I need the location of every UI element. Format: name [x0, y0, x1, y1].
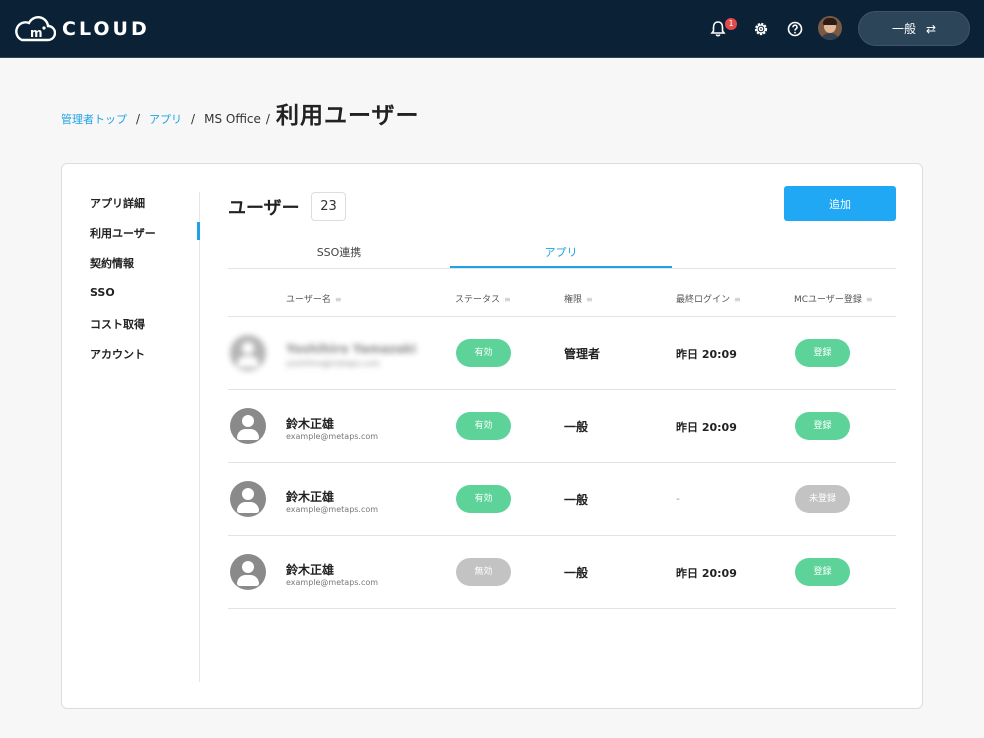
status-badge: 無効 — [456, 558, 511, 586]
status-badge: 有効 — [456, 412, 511, 440]
user-email: example@metaps.com — [286, 432, 379, 441]
cloud-logo-icon: m — [15, 16, 56, 42]
content-card: アプリ詳細 利用ユーザー 契約情報 SSO コスト取得 アカウント ユーザー 2… — [61, 163, 923, 709]
side-nav-users[interactable]: 利用ユーザー — [90, 225, 156, 241]
user-avatar — [230, 408, 266, 444]
user-avatar — [230, 335, 266, 371]
add-button[interactable]: 追加 — [784, 186, 896, 221]
table-row[interactable]: 鈴木正雄 example@metaps.com 有効 一般 - 未登録 — [228, 463, 896, 535]
status-badge: 有効 — [456, 485, 511, 513]
user-email: example@metaps.com — [286, 505, 379, 514]
section-title: ユーザー — [228, 198, 300, 219]
row-divider — [228, 608, 896, 609]
last-login-value: 昨日 20:09 — [676, 348, 737, 361]
side-nav-app-detail[interactable]: アプリ詳細 — [90, 195, 145, 211]
role-value: 一般 — [564, 420, 589, 434]
breadcrumb-apps[interactable]: アプリ — [149, 111, 182, 127]
breadcrumb-separator: / — [191, 112, 196, 126]
user-avatar — [230, 554, 266, 590]
column-header-role[interactable]: 権限 ≡ — [564, 292, 593, 305]
side-nav: アプリ詳細 利用ユーザー 契約情報 SSO コスト取得 アカウント — [62, 164, 202, 708]
swap-arrows-icon: ⇄ — [925, 21, 937, 36]
tab-active-underline — [450, 266, 672, 268]
top-bar: m CLOUD 1 一般 ⇄ — [0, 0, 984, 58]
mc-registration-badge[interactable]: 登録 — [795, 412, 850, 440]
user-name: 鈴木正雄 — [286, 563, 335, 577]
help-icon[interactable] — [785, 19, 805, 39]
table-row[interactable]: 鈴木正雄 example@metaps.com 無効 一般 昨日 20:09 登… — [228, 536, 896, 608]
page-title: 利用ユーザー — [275, 103, 420, 129]
sort-icon: ≡ — [586, 295, 593, 304]
breadcrumb-ms-office: MS Office — [204, 112, 261, 126]
user-name: 鈴木正雄 — [286, 417, 335, 431]
tab-sso[interactable]: SSO連携 — [228, 244, 450, 260]
tab-app[interactable]: アプリ — [450, 244, 672, 260]
side-divider — [199, 192, 200, 682]
sort-icon: ≡ — [734, 295, 741, 304]
user-avatar[interactable] — [818, 16, 842, 40]
side-nav-active-indicator — [197, 222, 200, 240]
breadcrumb-admin-top[interactable]: 管理者トップ — [61, 111, 127, 127]
table-row[interactable]: 鈴木正雄 example@metaps.com 有効 一般 昨日 20:09 登… — [228, 390, 896, 462]
column-header-mc-registration[interactable]: MCユーザー登録 ≡ — [794, 292, 873, 305]
column-header-last-login[interactable]: 最終ログイン ≡ — [676, 292, 741, 305]
logo[interactable]: m CLOUD — [14, 14, 150, 44]
side-nav-cost[interactable]: コスト取得 — [90, 316, 145, 332]
side-nav-contract[interactable]: 契約情報 — [90, 255, 134, 271]
status-badge: 有効 — [456, 339, 511, 367]
breadcrumb-separator: / — [136, 112, 141, 126]
table-row[interactable]: Yoshihiro Yamazaki yoshihiro@metaps.com … — [228, 317, 896, 389]
gear-icon[interactable] — [751, 19, 771, 39]
breadcrumb: 管理者トップ / アプリ / MS Office / 利用ユーザー — [61, 96, 420, 130]
user-avatar — [230, 481, 266, 517]
user-email: yoshihiro@metaps.com — [286, 359, 381, 368]
svg-text:m: m — [30, 26, 43, 40]
last-login-value: 昨日 20:09 — [676, 567, 737, 580]
last-login-value: - — [676, 492, 680, 505]
role-value: 一般 — [564, 566, 589, 580]
column-header-username[interactable]: ユーザー名 ≡ — [286, 292, 342, 305]
tabs-divider — [228, 268, 896, 269]
user-name: Yoshihiro Yamazaki — [286, 342, 417, 356]
mc-registration-badge[interactable]: 登録 — [795, 558, 850, 586]
role-switch-button[interactable]: 一般 ⇄ — [858, 11, 970, 46]
notification-badge: 1 — [725, 18, 737, 30]
breadcrumb-separator: / — [265, 112, 270, 126]
logo-text: CLOUD — [62, 18, 150, 40]
user-name: 鈴木正雄 — [286, 490, 335, 504]
side-nav-account[interactable]: アカウント — [90, 346, 145, 362]
role-value: 一般 — [564, 493, 589, 507]
last-login-value: 昨日 20:09 — [676, 421, 737, 434]
sort-icon: ≡ — [334, 295, 342, 304]
mc-registration-badge[interactable]: 登録 — [795, 339, 850, 367]
user-email: example@metaps.com — [286, 578, 379, 587]
role-value: 管理者 — [564, 347, 601, 361]
column-header-status[interactable]: ステータス ≡ — [455, 292, 511, 305]
mc-registration-badge[interactable]: 未登録 — [795, 485, 850, 513]
sort-icon: ≡ — [865, 295, 873, 304]
side-nav-sso[interactable]: SSO — [90, 286, 115, 299]
sort-icon: ≡ — [504, 295, 511, 304]
user-count: 23 — [311, 192, 346, 221]
role-switch-label: 一般 — [891, 22, 916, 36]
